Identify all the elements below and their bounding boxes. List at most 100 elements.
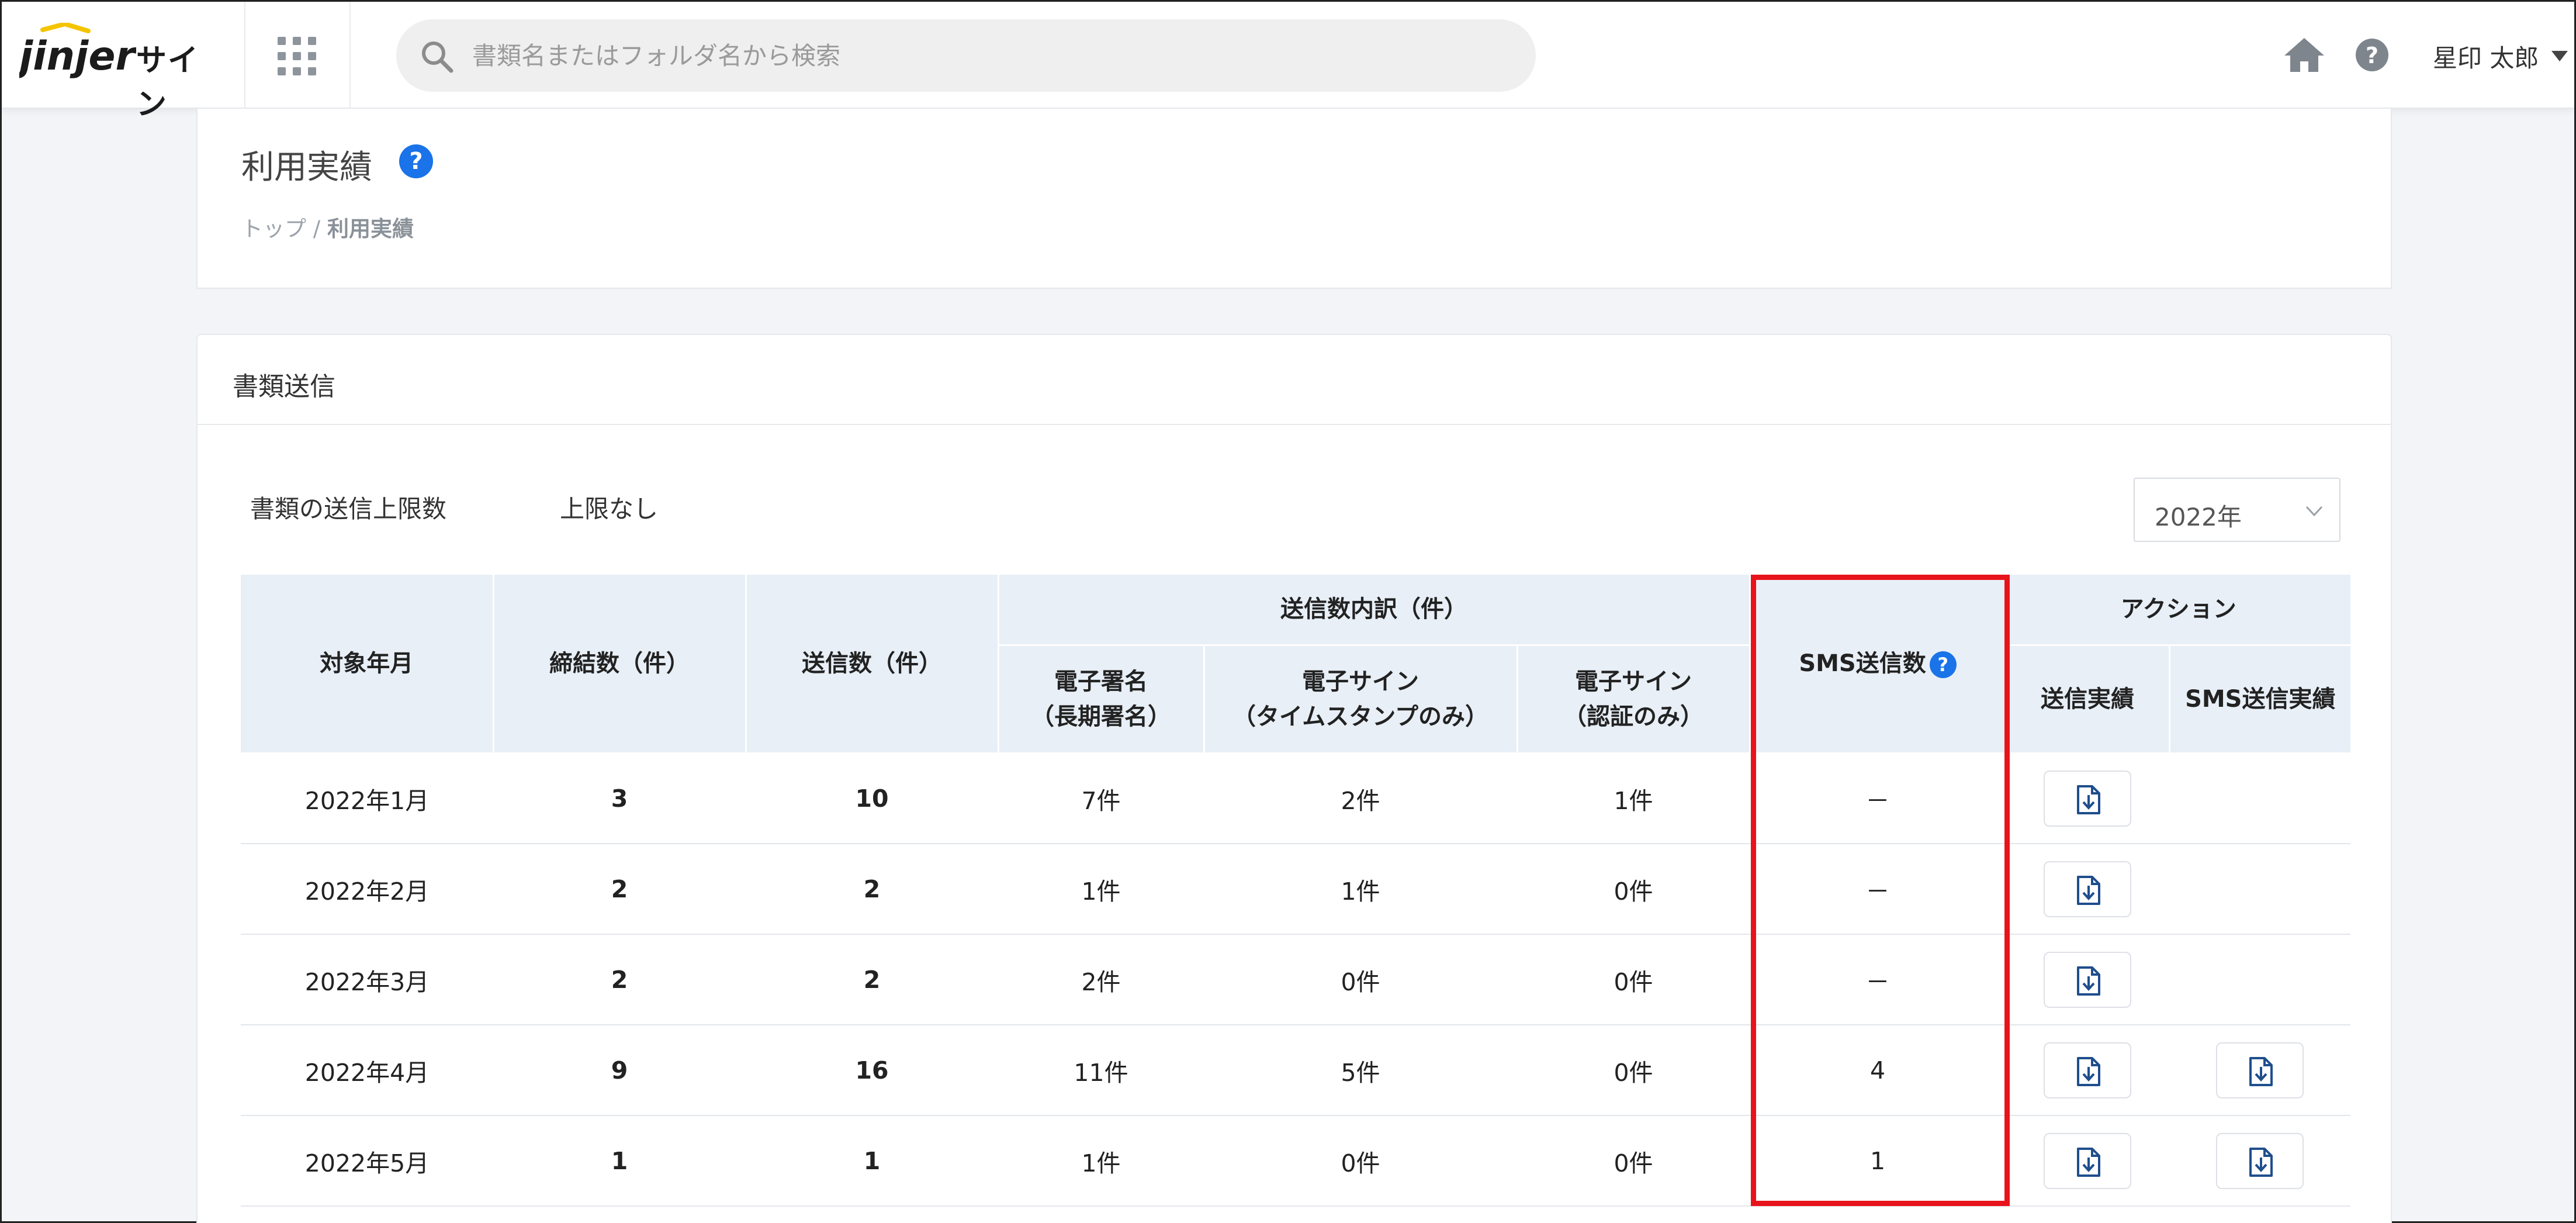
cell-month: 2022年5月 [241,1115,493,1207]
cell-sms-count: － [1750,844,2006,935]
chevron-down-icon [2305,506,2323,517]
cell-sig-long: 1件 [998,1115,1204,1207]
download-send-record-button[interactable] [2044,951,2132,1008]
cell-sig-timestamp: 1件 [1204,844,1517,935]
col-header-line: （認証のみ） [1563,703,1704,730]
cell-sig-auth: 0件 [1517,934,1750,1025]
help-icon[interactable]: ? [1929,651,1957,678]
download-send-record-button[interactable] [2044,861,2132,917]
file-download-icon [2077,1056,2101,1086]
file-download-icon [2249,1056,2273,1086]
home-icon[interactable] [2283,36,2325,73]
table-row: 2022年1月 3 10 7件 2件 1件－ [241,753,2351,844]
file-download-icon [2077,1147,2101,1177]
cell-sms-record [2169,1025,2351,1116]
cell-sig-long: 1件 [998,844,1204,935]
table-row: 2022年2月 2 2 1件 1件 0件－ [241,844,2351,935]
col-header-line: （タイムスタンプのみ） [1232,703,1488,730]
cell-sig-auth: 0件 [1517,1025,1750,1116]
cell-send-record [2006,844,2170,935]
cell-sent: 1 [746,1115,998,1207]
file-download-icon [2077,785,2101,814]
usage-table: 対象年月 締結数（件） 送信数（件） 送信数内訳（件） SMS送信数? アクショ… [241,575,2351,1207]
cell-contracts: 2 [493,934,746,1025]
send-limit-label: 書類の送信上限数 [250,495,447,523]
cell-sms-count: 4 [1750,1025,2006,1116]
help-icon[interactable]: ? [2355,38,2389,72]
col-header-line: （長期署名） [1031,703,1171,730]
cell-sig-timestamp: 2件 [1204,753,1517,844]
table-row: 2022年5月 1 1 1件 0件 0件 1 [241,1115,2351,1207]
send-limit-value: 上限なし [560,495,659,523]
page-title: 利用実績 [241,148,372,186]
col-header-month: 対象年月 [241,575,494,754]
cell-month: 2022年2月 [241,844,493,935]
cell-sms-record [2169,753,2351,844]
cell-sms-count: 1 [1750,1115,2006,1207]
cell-sig-timestamp: 0件 [1204,934,1517,1025]
cell-sms-record [2169,844,2351,935]
breadcrumb: トップ / 利用実績 [241,211,414,243]
cell-month: 2022年1月 [241,753,493,844]
download-send-record-button[interactable] [2044,770,2132,827]
table-row: 2022年3月 2 2 2件 0件 0件－ [241,934,2351,1025]
search-icon[interactable] [420,39,455,74]
cell-sig-long: 2件 [998,934,1204,1025]
app-logo[interactable]: jinjer サイン [19,23,218,122]
col-header-line: 電子署名 [1054,668,1148,695]
col-header-sig-long: 電子署名 （長期署名） [998,645,1205,754]
cell-send-record [2006,1025,2170,1116]
search-input[interactable] [472,33,1501,78]
svg-text:?: ? [2366,43,2378,68]
download-sms-record-button[interactable] [2216,1042,2304,1098]
cell-sig-auth: 0件 [1517,844,1750,935]
cell-sent: 2 [746,844,998,935]
cell-contracts: 2 [493,844,746,935]
col-header-sms-record: SMS送信実績 [2169,645,2351,754]
header-divider [244,2,245,109]
cell-send-record [2006,1115,2170,1207]
breadcrumb-separator: / [306,216,327,241]
page-header-panel: 利用実績 ? トップ / 利用実績 [196,109,2392,289]
cell-sent: 2 [746,934,998,1025]
cell-sig-timestamp: 5件 [1204,1025,1517,1116]
help-icon[interactable]: ? [399,144,433,178]
download-send-record-button[interactable] [2044,1042,2132,1098]
file-download-icon [2077,875,2101,905]
year-select[interactable]: 2022年 [2134,478,2340,542]
breadcrumb-home[interactable]: トップ [241,216,306,241]
col-header-contracts: 締結数（件） [493,575,747,754]
cell-sig-long: 7件 [998,753,1204,844]
section-header: 書類送信 [196,334,2392,425]
cell-sig-auth: 0件 [1517,1115,1750,1207]
col-header-send-record: 送信実績 [2006,645,2170,754]
section-body: 書類の送信上限数 上限なし 2022年 対象年月 締結数（件） 送信数（件） 送… [196,425,2392,1223]
cell-sms-count: － [1750,753,2006,844]
svg-text:jinjer: jinjer [19,33,136,80]
cell-sig-auth: 1件 [1517,753,1750,844]
user-name: 星印 太郎 [2433,43,2539,72]
section-title: 書類送信 [233,372,335,402]
search-bar [396,19,1536,92]
col-header-line: 電子サイン [1575,668,1692,695]
col-header-action: アクション [2006,575,2351,646]
breadcrumb-current: 利用実績 [327,216,414,241]
cell-month: 2022年4月 [241,1025,493,1116]
download-send-record-button[interactable] [2044,1132,2132,1189]
col-header-line: 電子サイン [1302,668,1419,695]
year-select-value: 2022年 [2155,503,2242,531]
cell-sms-count: － [1750,934,2006,1025]
table-row: 2022年4月 9 16 11件 5件 0件 4 [241,1025,2351,1116]
download-sms-record-button[interactable] [2216,1132,2304,1189]
jinjer-logo-icon: jinjer [19,23,136,80]
col-header-sms-label: SMS送信数 [1799,649,1926,677]
cell-sig-long: 11件 [998,1025,1204,1116]
cell-contracts: 3 [493,753,746,844]
user-menu[interactable]: 星印 太郎 [2433,36,2568,77]
cell-send-record [2006,753,2170,844]
cell-sent: 16 [746,1025,998,1116]
app-grid-icon[interactable] [276,36,317,77]
cell-sig-timestamp: 0件 [1204,1115,1517,1207]
col-header-sms: SMS送信数? [1750,575,2007,754]
file-download-icon [2249,1147,2273,1177]
